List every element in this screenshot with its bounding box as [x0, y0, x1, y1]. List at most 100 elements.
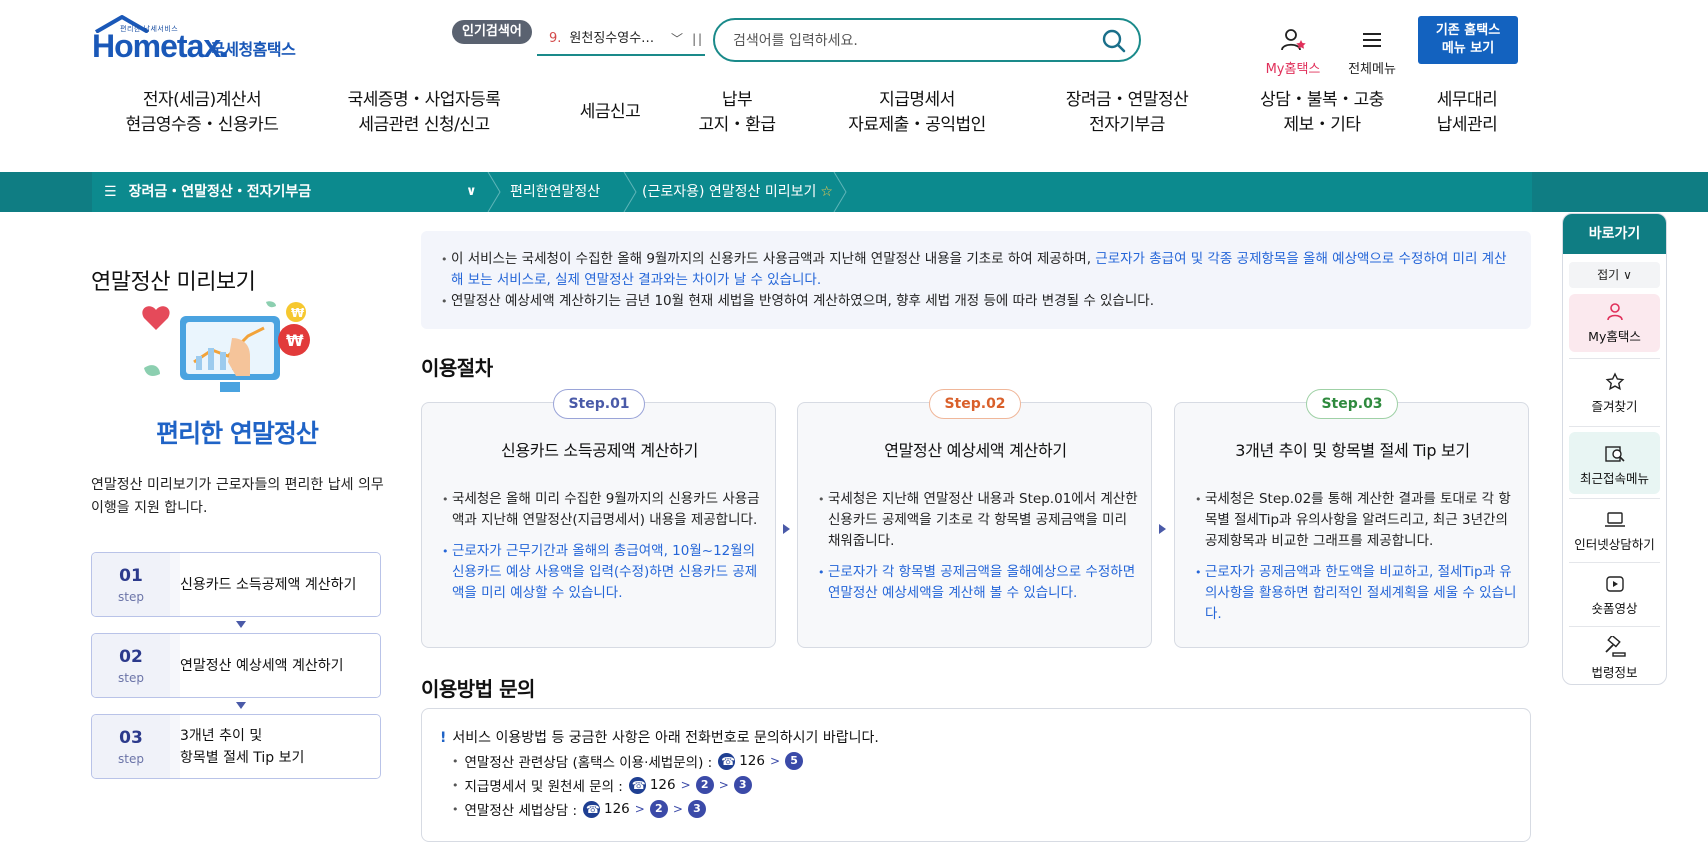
gnb-item-certificates[interactable]: 국세증명・사업자등록 세금관련 신청/신고	[334, 88, 514, 138]
step-number-column: 01 step	[92, 553, 170, 616]
old-menu-button[interactable]: 기존 홈택스 메뉴 보기	[1418, 16, 1518, 64]
procedure-title: 이용절차	[421, 356, 493, 380]
inquiry-label: 지급명세서 및 원천세 문의 :	[464, 779, 623, 795]
intro-description: 연말정산 미리보기가 근로자들의 편리한 납세 의무 이행을 지원 합니다.	[91, 477, 384, 516]
gnb-label: 납세관리	[1436, 115, 1498, 135]
gnb-item-consultation[interactable]: 상담・불복・고충 제보・기타	[1237, 88, 1407, 138]
gnb-item-payment[interactable]: 납부 고지・환급	[682, 88, 792, 138]
divider	[1569, 426, 1660, 427]
breadcrumb-separator-icon	[833, 172, 847, 212]
gnb-label: 장려금・연말정산	[1065, 90, 1189, 110]
step-card-highlight: 근로자가 공제금액과 한도액을 비교하고, 절세Tip과 유의사항을 활용하면 …	[1195, 562, 1517, 625]
inquiry-lead: ! 서비스 이용방법 등 궁금한 사항은 아래 전화번호로 문의하시기 바랍니다.	[440, 727, 1530, 747]
quick-short-video[interactable]: 숏폼영상	[1569, 570, 1660, 622]
breadcrumb-level2[interactable]: 편리한연말정산	[510, 172, 600, 212]
step-card-body: 국세청은 Step.02를 통해 계산한 결과를 토대로 각 항목별 절세Tip…	[1195, 489, 1517, 625]
search-icon[interactable]	[1101, 28, 1127, 54]
search-input[interactable]	[733, 30, 1073, 52]
chevron-right-icon: >	[634, 802, 645, 816]
bullet-icon: •	[452, 802, 459, 816]
chevron-down-icon: ∨	[466, 184, 477, 199]
hamburger-icon	[1363, 33, 1381, 47]
bullet-icon: •	[452, 754, 459, 768]
step-card-highlight: 근로자가 근무기간과 올해의 총급여액, 10월~12월의 신용카드 예상 사용…	[442, 541, 764, 604]
inquiry-label: 연말정산 세법상담 :	[464, 803, 578, 819]
inquiry-row: • 연말정산 세법상담 : 126 > 2 > 3	[452, 799, 1530, 819]
divider	[1569, 498, 1660, 499]
step-number-column: 02 step	[92, 634, 170, 697]
pause-icon[interactable]: | |	[692, 26, 702, 52]
gnb-label: 전자기부금	[1089, 115, 1165, 135]
step-badge: Step.01	[553, 389, 645, 419]
gavel-icon	[1604, 636, 1626, 657]
star-icon	[1605, 372, 1624, 391]
inquiry-row: • 연말정산 관련상담 (홈택스 이용·세법문의) : 126 > 5	[452, 751, 1530, 771]
notice-text: 이 서비스는 국세청이 수집한 올해 9월까지의 신용카드 사용금액과 지난해 …	[451, 251, 1096, 267]
illustration-title: 편리한 연말정산	[156, 419, 319, 448]
phone-number: 126	[604, 801, 630, 817]
chevron-down-icon[interactable]: ﹀	[671, 26, 683, 52]
step-link-01[interactable]: 01 step 신용카드 소득공제액 계산하기	[91, 552, 381, 617]
global-nav: 전자(세금)계산서 현금영수증・신용카드 국세증명・사업자등록 세금관련 신청/…	[92, 88, 1512, 140]
notice-text: 연말정산 예상세액 계산하기는 금년 10월 현재 세법을 반영하여 계산하였으…	[451, 293, 1155, 309]
my-hometax-button[interactable]: My홈택스	[1258, 28, 1328, 77]
all-menu-button[interactable]: 전체메뉴	[1342, 28, 1402, 77]
step-unit: step	[118, 590, 144, 604]
step-number: 01	[119, 566, 143, 586]
breadcrumb-menu-select[interactable]: ☰ 장려금・연말정산・전자기부금 ∨	[104, 172, 484, 212]
quick-legal-info[interactable]: 법령정보	[1569, 632, 1660, 684]
step-card-text: 국세청은 올해 미리 수집한 9월까지의 신용카드 사용금액과 지난해 연말정산…	[442, 489, 764, 531]
step-badge: Step.02	[929, 389, 1021, 419]
step-label-text: 신용카드 소득공제액 계산하기	[180, 576, 357, 593]
quick-item-label: 인터넷상담하기	[1574, 537, 1655, 552]
gnb-item-tax-agent[interactable]: 세무대리 납세관리	[1422, 88, 1512, 138]
breadcrumb-level3[interactable]: (근로자용) 연말정산 미리보기 ☆	[642, 172, 833, 212]
quick-recent-menu[interactable]: 최근접속메뉴	[1569, 432, 1660, 494]
step-card-01: Step.01 신용카드 소득공제액 계산하기 국세청은 올해 미리 수집한 9…	[421, 389, 776, 648]
popular-search-ticker[interactable]: 9. 원천징수영수… ﹀ | |	[537, 26, 705, 56]
step-number: 02	[119, 647, 143, 667]
menu-step-number: 5	[785, 752, 804, 770]
notice-item: 연말정산 예상세액 계산하기는 금년 10월 현재 세법을 반영하여 계산하였으…	[441, 291, 1511, 312]
fold-button[interactable]: 접기 ∨	[1569, 262, 1660, 288]
arrow-down-icon	[236, 621, 246, 628]
step-link-03[interactable]: 03 step 3개년 추이 및 항목별 절세 Tip 보기	[91, 714, 381, 779]
inquiry-box: ! 서비스 이용방법 등 궁금한 사항은 아래 전화번호로 문의하시기 바랍니다.…	[421, 708, 1531, 842]
gnb-item-payment-statement[interactable]: 지급명세서 자료제출・공익법인	[832, 88, 1002, 138]
step-unit: step	[118, 671, 144, 685]
chevron-down-icon: ∨	[1623, 268, 1632, 282]
quick-favorites[interactable]: 즐겨찾기	[1569, 368, 1660, 420]
my-hometax-label: My홈택스	[1265, 62, 1321, 77]
breadcrumb-menu-label: 장려금・연말정산・전자기부금	[128, 184, 312, 200]
logo-wordmark: Hometax.	[92, 28, 229, 64]
quick-item-label: 숏폼영상	[1591, 601, 1638, 616]
step-link-02[interactable]: 02 step 연말정산 예상세액 계산하기	[91, 633, 381, 698]
phone-number: 126	[649, 777, 676, 793]
popular-term[interactable]: 원천징수영수…	[569, 31, 654, 46]
breadcrumb-separator-icon	[487, 172, 501, 212]
svg-text:₩: ₩	[286, 331, 304, 350]
quick-online-consult[interactable]: 인터넷상담하기	[1569, 506, 1660, 558]
gnb-label: 세금신고	[579, 102, 641, 122]
gnb-label: 세무대리	[1436, 90, 1498, 110]
step-label: 신용카드 소득공제액 계산하기	[180, 553, 380, 616]
exclamation-icon: !	[440, 730, 447, 746]
quick-my-hometax[interactable]: My홈택스	[1569, 294, 1660, 352]
gnb-label: 세금관련 신청/신고	[358, 115, 490, 135]
menu-step-number: 3	[733, 776, 752, 794]
step-card-title: 연말정산 예상세액 계산하기	[884, 441, 1067, 460]
gnb-label: 제보・기타	[1283, 115, 1361, 135]
gnb-label: 고지・환급	[698, 115, 776, 135]
gnb-item-tax-return[interactable]: 세금신고	[560, 88, 660, 125]
step-label-text: 3개년 추이 및	[180, 727, 263, 744]
step-card-02: Step.02 연말정산 예상세액 계산하기 국세청은 지난해 연말정산 내용과…	[797, 389, 1152, 648]
gnb-item-e-invoice[interactable]: 전자(세금)계산서 현금영수증・신용카드	[112, 88, 292, 138]
laptop-icon	[1604, 512, 1625, 527]
gnb-label: 납부	[721, 90, 753, 110]
step-label-text: 연말정산 예상세액 계산하기	[180, 657, 344, 674]
page-title: 연말정산 미리보기	[91, 270, 256, 295]
step-number: 03	[119, 728, 143, 748]
step-label-text: 항목별 절세 Tip 보기	[180, 749, 305, 766]
gnb-item-year-end-settlement[interactable]: 장려금・연말정산 전자기부금	[1042, 88, 1212, 138]
chevron-right-icon: >	[769, 754, 781, 768]
